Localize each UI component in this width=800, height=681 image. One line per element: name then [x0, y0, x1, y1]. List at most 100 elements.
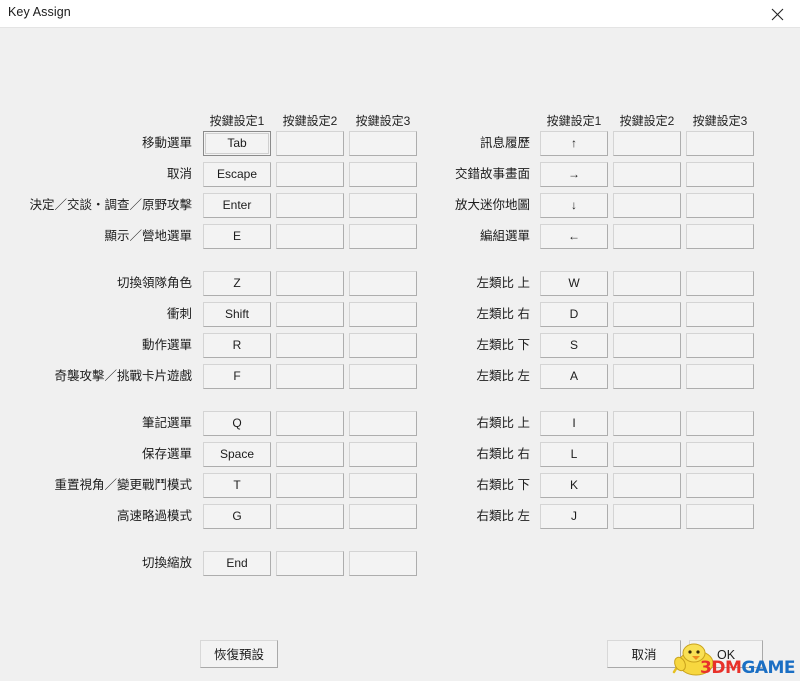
keybind-slot-3-button[interactable] — [686, 504, 754, 529]
keybind-slot-3-button[interactable] — [349, 442, 417, 467]
keybind-slot-1-button[interactable]: Shift — [203, 302, 271, 327]
keybind-slot-2-button[interactable] — [276, 364, 344, 389]
keybind-slot-3-button[interactable] — [349, 271, 417, 296]
keybind-slot-3-button[interactable] — [349, 411, 417, 436]
keybind-slot-3-button[interactable] — [686, 411, 754, 436]
keybind-row: 左類比 右 D — [430, 302, 800, 327]
keybind-action-label: 衝刺 — [166, 307, 192, 321]
keybind-slot-3-button[interactable] — [686, 162, 754, 187]
keybind-slot-1-button[interactable]: J — [540, 504, 608, 529]
keybind-slot-2-button[interactable] — [613, 333, 681, 358]
keybind-slot-2-button[interactable] — [613, 473, 681, 498]
keybind-slot-1-button[interactable]: Escape — [203, 162, 271, 187]
keybind-slot-2-button[interactable] — [613, 411, 681, 436]
keybind-slot-2-button[interactable] — [613, 364, 681, 389]
keybind-slot-1-button[interactable]: W — [540, 271, 608, 296]
keybind-slot-1-button[interactable]: R — [203, 333, 271, 358]
keybind-slot-2-button[interactable] — [276, 411, 344, 436]
keybind-slot-3-button[interactable] — [686, 131, 754, 156]
keybind-slot-3-button[interactable] — [349, 193, 417, 218]
keybind-slot-2-button[interactable] — [276, 162, 344, 187]
keybind-slot-1-button[interactable]: ↓ — [540, 193, 608, 218]
keybind-action-label: 右類比 右 — [476, 447, 530, 461]
keybind-slot-3-button[interactable] — [349, 504, 417, 529]
keybind-slot-1-button[interactable]: F — [203, 364, 271, 389]
keybind-slot-1-button[interactable]: T — [203, 473, 271, 498]
keybind-slot-3-button[interactable] — [349, 473, 417, 498]
keybind-slot-2-button[interactable] — [276, 442, 344, 467]
keybind-slot-2-button[interactable] — [613, 442, 681, 467]
keybind-row: 決定／交談・調查／原野攻擊 Enter — [0, 193, 430, 218]
keybind-slot-3-button[interactable] — [686, 302, 754, 327]
keybind-slot-2-button[interactable] — [613, 271, 681, 296]
keybind-slot-1-button[interactable]: K — [540, 473, 608, 498]
keybind-row: 右類比 左 J — [430, 504, 800, 529]
close-icon[interactable] — [755, 0, 800, 28]
keybind-slot-1-button[interactable]: S — [540, 333, 608, 358]
keybind-slot-3-button[interactable] — [349, 162, 417, 187]
keybind-slot-3-button[interactable] — [686, 442, 754, 467]
keybind-slot-1-button[interactable]: End — [203, 551, 271, 576]
cancel-button[interactable]: 取消 — [607, 640, 681, 668]
keybind-slot-2-button[interactable] — [613, 224, 681, 249]
keybind-slot-2-button[interactable] — [276, 271, 344, 296]
keybind-row: 右類比 上 I — [430, 411, 800, 436]
keybind-slot-1-button[interactable]: I — [540, 411, 608, 436]
keybind-action-label: 切換領隊角色 — [116, 276, 192, 290]
keybind-action-label: 放大迷你地圖 — [454, 198, 530, 212]
keybind-row: 保存選單 Space — [0, 442, 430, 467]
keybind-row: 動作選單 R — [0, 333, 430, 358]
restore-defaults-button[interactable]: 恢復預設 — [200, 640, 278, 668]
keybind-slot-2-button[interactable] — [276, 551, 344, 576]
keybind-slot-2-button[interactable] — [276, 504, 344, 529]
keybind-slot-1-button[interactable]: ← — [540, 224, 608, 249]
keybind-row: 奇襲攻擊／挑戰卡片遊戲 F — [0, 364, 430, 389]
keybind-slot-1-button[interactable]: L — [540, 442, 608, 467]
column-header-1: 按鍵設定1 — [546, 114, 602, 128]
keybind-slot-3-button[interactable] — [349, 131, 417, 156]
keybind-slot-3-button[interactable] — [349, 224, 417, 249]
keybind-slot-1-button[interactable]: Z — [203, 271, 271, 296]
keybind-slot-2-button[interactable] — [613, 131, 681, 156]
keybind-slot-2-button[interactable] — [276, 302, 344, 327]
keybind-row: 重置視角／變更戰鬥模式 T — [0, 473, 430, 498]
keybind-slot-3-button[interactable] — [349, 333, 417, 358]
window-titlebar: Key Assign — [0, 0, 800, 28]
keybind-slot-3-button[interactable] — [686, 224, 754, 249]
keybind-action-label: 顯示／營地選單 — [104, 229, 192, 243]
keybind-slot-3-button[interactable] — [686, 473, 754, 498]
keybind-row: 放大迷你地圖 ↓ — [430, 193, 800, 218]
keybind-slot-2-button[interactable] — [613, 302, 681, 327]
keybind-slot-3-button[interactable] — [349, 364, 417, 389]
keybind-action-label: 右類比 下 — [476, 478, 530, 492]
keybind-slot-3-button[interactable] — [686, 333, 754, 358]
keybind-slot-1-button[interactable]: E — [203, 224, 271, 249]
keybind-slot-3-button[interactable] — [686, 193, 754, 218]
keybind-slot-2-button[interactable] — [613, 504, 681, 529]
keybind-slot-3-button[interactable] — [349, 302, 417, 327]
keybind-slot-1-button[interactable]: → — [540, 162, 608, 187]
keybind-slot-1-button[interactable]: ↑ — [540, 131, 608, 156]
keybind-row: 訊息履歷 ↑ — [430, 131, 800, 156]
keybind-slot-1-button[interactable]: Tab — [203, 131, 271, 156]
keybind-slot-2-button[interactable] — [613, 162, 681, 187]
keybind-slot-1-button[interactable]: A — [540, 364, 608, 389]
keybind-slot-2-button[interactable] — [276, 333, 344, 358]
keybind-slot-1-button[interactable]: D — [540, 302, 608, 327]
keybind-slot-3-button[interactable] — [349, 551, 417, 576]
keybind-action-label: 高速略過模式 — [116, 509, 192, 523]
keybind-row: 左類比 下 S — [430, 333, 800, 358]
keybind-slot-2-button[interactable] — [276, 224, 344, 249]
keybind-slot-3-button[interactable] — [686, 364, 754, 389]
keybind-slot-1-button[interactable]: Q — [203, 411, 271, 436]
keybind-slot-1-button[interactable]: Enter — [203, 193, 271, 218]
keybind-slot-2-button[interactable] — [276, 473, 344, 498]
keybind-slot-2-button[interactable] — [276, 131, 344, 156]
keybind-slot-2-button[interactable] — [276, 193, 344, 218]
keybind-action-label: 右類比 左 — [476, 509, 530, 523]
keybind-slot-3-button[interactable] — [686, 271, 754, 296]
keybind-slot-2-button[interactable] — [613, 193, 681, 218]
ok-button[interactable]: OK — [689, 640, 763, 668]
keybind-slot-1-button[interactable]: Space — [203, 442, 271, 467]
keybind-slot-1-button[interactable]: G — [203, 504, 271, 529]
